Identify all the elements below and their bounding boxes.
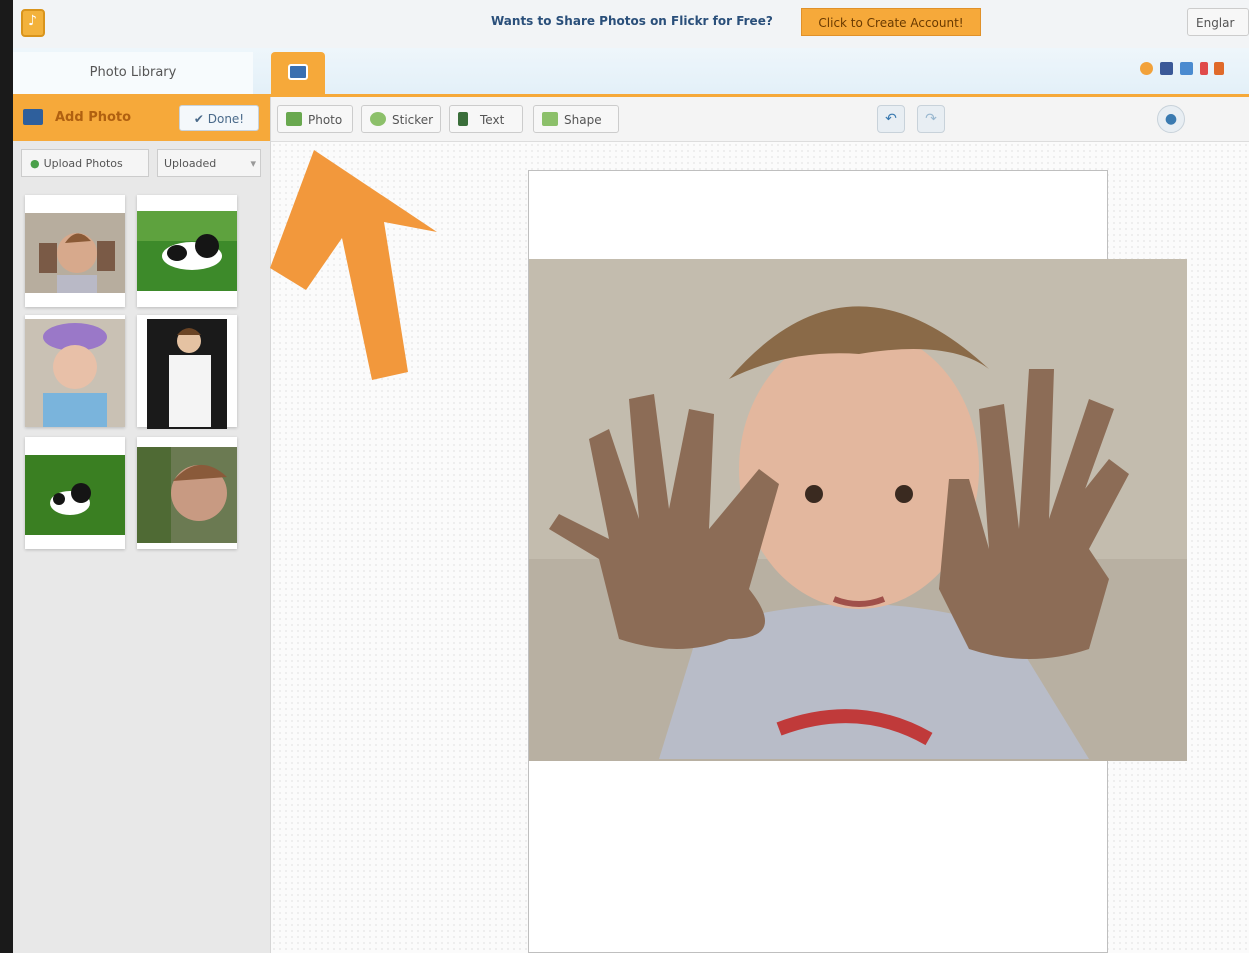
add-photo-label: Add Photo [55, 110, 132, 125]
sticker-button[interactable]: Sticker [361, 105, 441, 133]
shape-button[interactable]: Shape [533, 105, 619, 133]
photo-button[interactable]: Photo [277, 105, 353, 133]
thumbnail-black-white-dog[interactable] [137, 195, 237, 307]
thumbnail-boy-muddy-hands[interactable] [25, 195, 125, 307]
photo-icon [286, 112, 302, 126]
text-button[interactable]: Text [449, 105, 523, 133]
source-dropdown[interactable]: Uploaded [157, 149, 261, 178]
add-photo-icon [23, 109, 43, 125]
photo-library-panel: Add Photo ✔ Done! ● Upload Photos Uploade… [13, 97, 271, 953]
create-account-button[interactable]: Click to Create Account! [801, 8, 981, 36]
flickr-icon[interactable] [1200, 62, 1208, 75]
redo-icon[interactable]: ↷ [917, 105, 945, 133]
tab-editor[interactable] [271, 52, 325, 94]
done-button[interactable]: ✔ Done! [179, 105, 259, 131]
undo-icon[interactable]: ↶ [877, 105, 905, 133]
thumbnail-image [25, 213, 125, 293]
upload-photos-button[interactable]: ● Upload Photos [21, 149, 149, 177]
more-icon[interactable] [1214, 62, 1224, 75]
window-edge [0, 0, 13, 953]
thumbnail-child-purple-hat[interactable] [25, 315, 125, 427]
thumbnail-image [25, 319, 125, 427]
app-logo-icon [21, 9, 45, 37]
placed-photo-boy-muddy-hands[interactable] [529, 259, 1187, 761]
thumbnail-image [25, 455, 125, 535]
facebook-icon[interactable] [1160, 62, 1173, 75]
twitter-icon[interactable] [1180, 62, 1193, 75]
thumbnail-boy-white-shirt[interactable] [137, 315, 237, 429]
editor-toolbar: Photo Sticker Text Shape ↶ ↷ ● [271, 97, 1249, 142]
shape-icon [542, 112, 558, 126]
text-icon [458, 112, 468, 126]
tab-bar: Photo Library [13, 48, 1249, 97]
add-photo-bar: Add Photo ✔ Done! [13, 97, 270, 141]
thumbnail-image [137, 447, 237, 543]
upload-row: ● Upload Photos Uploaded [21, 149, 261, 178]
orange-arrow-annotation [270, 150, 437, 380]
language-select[interactable]: Englar [1187, 8, 1249, 36]
thumbnail-image [137, 211, 237, 291]
thumbnail-dog-on-grass[interactable] [25, 437, 125, 549]
globe-icon[interactable]: ● [1157, 105, 1185, 133]
tab-photo-library[interactable]: Photo Library [13, 52, 253, 94]
sticker-icon [370, 112, 386, 126]
share-icon[interactable] [1140, 62, 1153, 75]
thumbnail-child-close-up[interactable] [137, 437, 237, 549]
top-bar: Wants to Share Photos on Flickr for Free… [13, 0, 1249, 49]
editor-icon [288, 64, 308, 80]
promo-text: Wants to Share Photos on Flickr for Free… [491, 14, 773, 28]
thumbnail-image [147, 319, 227, 429]
